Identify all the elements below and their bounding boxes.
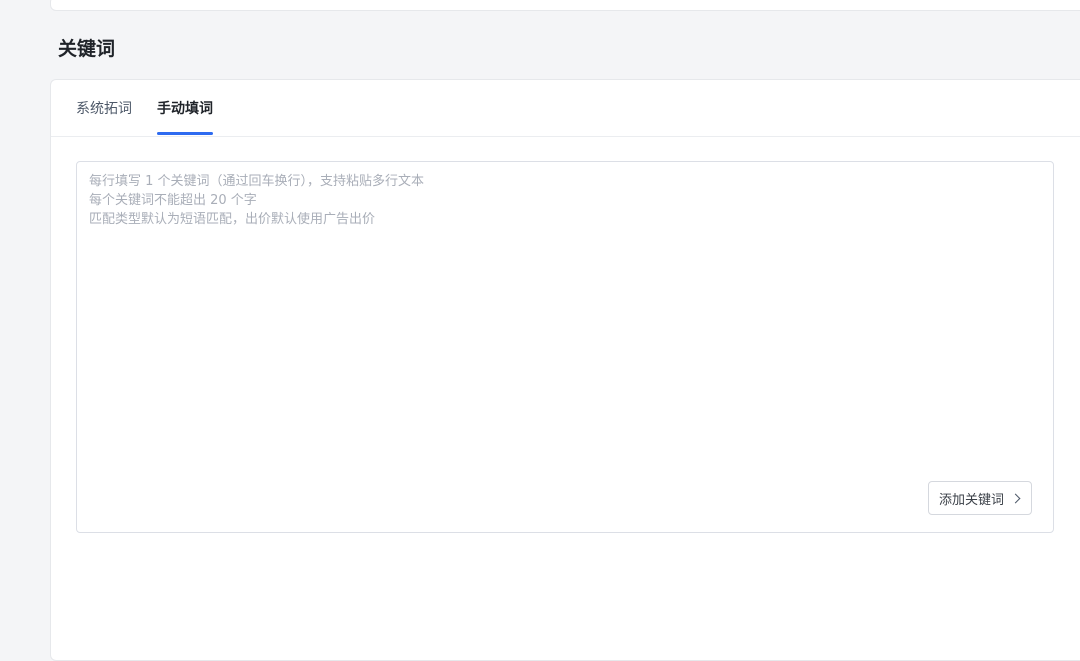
keyword-textarea-wrapper: 添加关键词 (76, 161, 1054, 533)
tab-manual-fill[interactable]: 手动填词 (157, 99, 213, 119)
add-keyword-button-label: 添加关键词 (939, 492, 1005, 508)
keyword-textarea[interactable] (77, 162, 1053, 532)
tab-bar: 系统拓词 手动填词 (51, 80, 1080, 137)
chevron-right-icon (1010, 493, 1021, 503)
top-card (50, 0, 1080, 11)
active-tab-indicator (157, 132, 213, 135)
add-keyword-button[interactable]: 添加关键词 (928, 481, 1033, 515)
tab-system-expand[interactable]: 系统拓词 (76, 99, 132, 119)
section-title: 关键词 (58, 38, 116, 60)
keyword-card: 系统拓词 手动填词 添加关键词 (50, 79, 1080, 661)
